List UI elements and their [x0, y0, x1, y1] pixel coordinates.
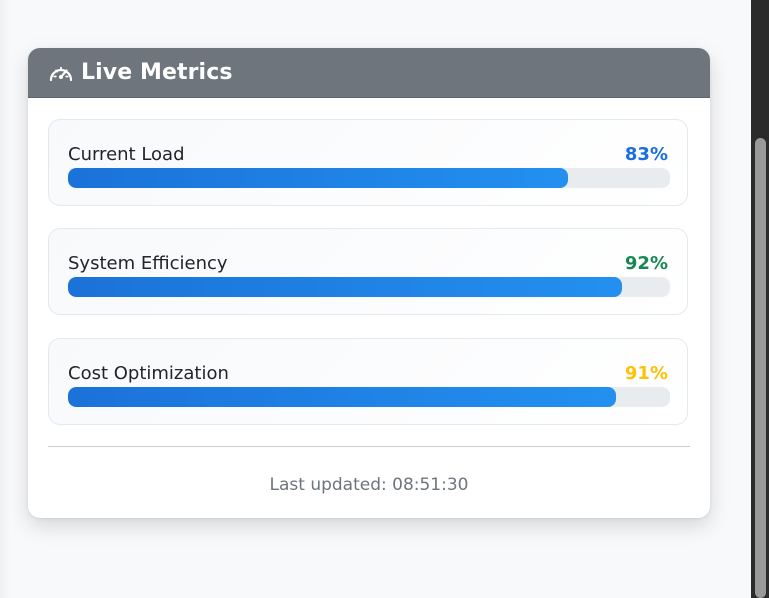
- metric-label: System Efficiency: [68, 253, 228, 274]
- metric-value: 91%: [624, 363, 668, 384]
- metric-cost-optimization: Cost Optimization 91%: [48, 338, 688, 425]
- page-edge-shadow: [0, 0, 10, 598]
- metric-label: Current Load: [68, 144, 185, 165]
- metric-value: 83%: [624, 144, 668, 165]
- live-metrics-card: Live Metrics Current Load 83% System Eff…: [28, 48, 710, 518]
- progress-track: [68, 387, 670, 407]
- divider: [48, 446, 690, 447]
- progress-track: [68, 168, 670, 188]
- progress-fill: [68, 387, 616, 407]
- last-updated-text: Last updated: 08:51:30: [269, 475, 469, 495]
- scrollbar-thumb[interactable]: [755, 138, 766, 598]
- metric-label: Cost Optimization: [68, 363, 229, 384]
- progress-fill: [68, 168, 568, 188]
- progress-track: [68, 277, 670, 297]
- progress-fill: [68, 277, 622, 297]
- metric-system-efficiency: System Efficiency 92%: [48, 228, 688, 315]
- card-header: Live Metrics: [28, 48, 710, 98]
- metric-current-load: Current Load 83%: [48, 119, 688, 206]
- metric-value: 92%: [624, 253, 668, 274]
- card-title: Live Metrics: [81, 60, 233, 85]
- speedometer-icon: [48, 62, 74, 84]
